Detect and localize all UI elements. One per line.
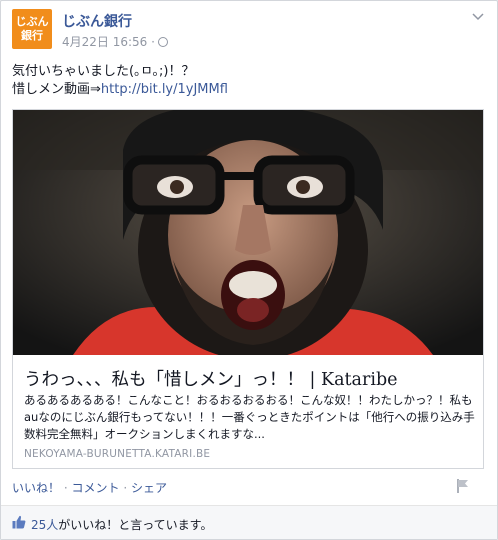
meta-separator: · (151, 35, 155, 49)
shared-link-preview[interactable]: うわっ、、、私も「惜しメン」っ！！ | Kataribe あるあるあるある！こん… (12, 109, 484, 469)
post-card: じぶん 銀行 じぶん銀行 4月22日 16:56 · 気付いちゃいました(｡ㅁ｡… (0, 0, 498, 540)
post-text-line2: 惜しメン動画⇒http://bit.ly/1yJMMfl (12, 81, 488, 99)
chevron-down-icon[interactable] (472, 13, 484, 21)
action-separator: · (63, 481, 68, 495)
share-action[interactable]: シェア (131, 481, 167, 495)
post-message: 気付いちゃいました(｡ㅁ｡;)！？ 惜しメン動画⇒http://bit.ly/1… (12, 63, 488, 99)
page-name-link[interactable]: じぶん銀行 (62, 11, 132, 31)
share-image[interactable] (13, 110, 483, 355)
thumbs-up-icon (12, 515, 26, 529)
timestamp-link[interactable]: 4月22日 16:56 (62, 35, 147, 49)
likes-count-link[interactable]: 25人 (31, 518, 58, 532)
globe-icon[interactable] (157, 37, 168, 47)
like-action[interactable]: いいね！ (12, 481, 60, 495)
share-title[interactable]: うわっ、、、私も「惜しメン」っ！！ | Kataribe (24, 366, 474, 391)
action-separator: · (123, 481, 128, 495)
page-avatar[interactable]: じぶん 銀行 (12, 9, 52, 49)
avatar-line1: じぶん (15, 15, 49, 28)
likes-text: 25人がいいね！と言っています。 (31, 516, 212, 533)
post-actions: いいね！ · コメント · シェア (12, 479, 167, 496)
post-link[interactable]: http://bit.ly/1yJMMfl (101, 82, 228, 97)
likes-suffix: がいいね！と言っています。 (58, 518, 213, 532)
comment-action[interactable]: コメント (72, 481, 120, 495)
post-text-prefix: 惜しメン動画⇒ (12, 82, 101, 97)
post-text-line1: 気付いちゃいました(｡ㅁ｡;)！？ (12, 64, 195, 79)
share-description: あるあるあるある！こんなこと！おるおるおるおる！こんな奴！！わたしかっ？！私もa… (24, 393, 475, 441)
post-header: じぶん 銀行 じぶん銀行 4月22日 16:56 · (12, 9, 492, 49)
avatar-line2: 銀行 (21, 29, 43, 42)
screaming-man-image (13, 110, 483, 355)
likes-summary: 25人がいいね！と言っています。 (1, 505, 497, 539)
post-meta: 4月22日 16:56 · (62, 33, 168, 50)
flag-icon[interactable] (457, 479, 469, 493)
share-domain: NEKOYAMA-BURUNETTA.KATARI.BE (24, 448, 211, 460)
